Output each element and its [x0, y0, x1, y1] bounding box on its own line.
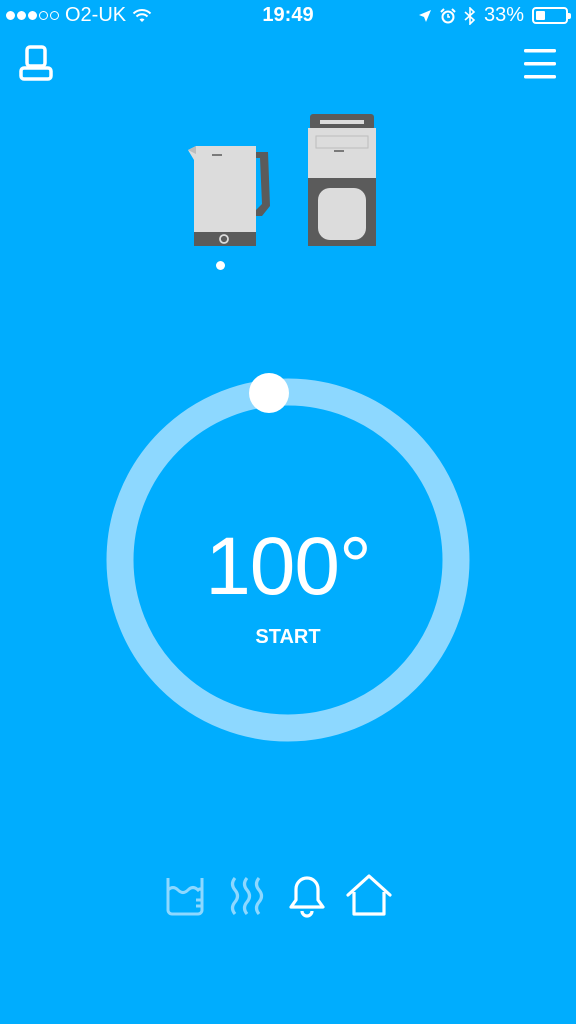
home-icon [346, 874, 392, 916]
nav-home[interactable] [344, 868, 394, 924]
status-bar: O2-UK 19:49 33% [0, 0, 576, 32]
bell-icon [289, 876, 325, 918]
carousel-page-indicator [216, 261, 225, 270]
battery-percentage: 33% [483, 4, 524, 26]
bottom-nav [0, 868, 576, 928]
heat-waves-icon [230, 876, 264, 916]
kettle-image[interactable] [186, 140, 276, 252]
dial-handle[interactable] [249, 373, 289, 413]
nav-heat[interactable] [222, 868, 272, 924]
nav-alarm[interactable] [282, 868, 332, 924]
device-button[interactable] [16, 44, 56, 84]
hamburger-menu-icon [524, 49, 556, 79]
status-right: 33% [418, 4, 571, 27]
nav-water-level[interactable] [160, 868, 210, 924]
water-level-icon [166, 878, 204, 916]
alarm-clock-icon [440, 7, 456, 23]
battery-icon [532, 7, 571, 24]
location-arrow-icon [418, 9, 431, 22]
start-button[interactable]: START [0, 626, 576, 649]
temperature-readout: 100° [205, 521, 372, 612]
coffee-machine-image[interactable] [306, 112, 380, 248]
bluetooth-icon [464, 6, 476, 25]
menu-button[interactable] [520, 44, 560, 84]
appliance-carousel[interactable] [0, 100, 576, 280]
device-icon [19, 45, 53, 81]
